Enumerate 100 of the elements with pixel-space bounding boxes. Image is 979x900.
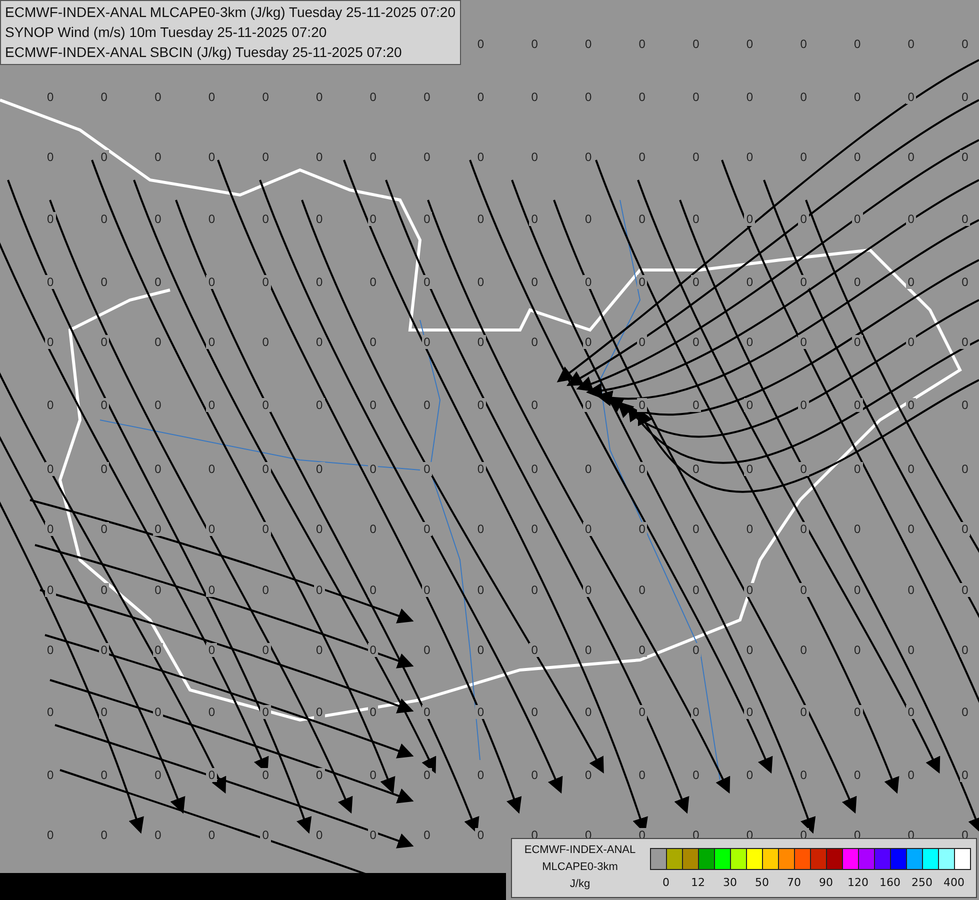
grid-value: 0 xyxy=(852,583,863,597)
grid-value: 0 xyxy=(852,643,863,657)
grid-value: 0 xyxy=(529,398,540,412)
grid-value: 0 xyxy=(852,398,863,412)
grid-value: 0 xyxy=(852,37,863,51)
grid-value: 0 xyxy=(960,705,970,719)
grid-value: 0 xyxy=(98,583,110,597)
grid-value: 0 xyxy=(529,768,540,782)
grid-value: 0 xyxy=(690,90,702,104)
grid-value: 0 xyxy=(422,275,432,289)
grid-value: 0 xyxy=(206,335,218,349)
grid-value: 0 xyxy=(690,37,702,51)
grid-value: 0 xyxy=(98,398,110,412)
grid-value: 0 xyxy=(422,768,432,782)
grid-value: 0 xyxy=(852,462,863,476)
grid-value: 0 xyxy=(636,522,648,536)
grid-value: 0 xyxy=(314,583,325,597)
legend-title: MLCAPE0-3km xyxy=(542,860,618,875)
grid-value: 0 xyxy=(98,768,110,782)
grid-value: 0 xyxy=(422,583,432,597)
grid-value: 0 xyxy=(906,150,916,164)
grid-value: 0 xyxy=(798,643,809,657)
grid-value: 0 xyxy=(852,522,863,536)
grid-value: 0 xyxy=(475,828,486,842)
grid-value: 0 xyxy=(260,643,271,657)
grid-value: 0 xyxy=(636,398,648,412)
grid-value: 0 xyxy=(690,643,702,657)
grid-value: 0 xyxy=(906,212,916,226)
grid-value: 0 xyxy=(98,705,110,719)
grid-value: 0 xyxy=(529,522,540,536)
header-line: ECMWF-INDEX-ANAL MLCAPE0-3km (J/kg) Tuesday 25-11-2025 07:20 xyxy=(5,3,456,22)
grid-value: 0 xyxy=(960,335,970,349)
grid-value: 0 xyxy=(152,522,164,536)
grid-value: 0 xyxy=(98,643,110,657)
header-line: SYNOP Wind (m/s) 10m Tuesday 25-11-2025 07:20 xyxy=(5,23,328,42)
grid-value: 0 xyxy=(260,212,271,226)
grid-value: 0 xyxy=(852,275,863,289)
grid-value: 0 xyxy=(636,335,648,349)
grid-value: 0 xyxy=(690,768,702,782)
grid-value: 0 xyxy=(422,90,432,104)
grid-value: 0 xyxy=(314,150,325,164)
scale-label: 120 xyxy=(848,876,868,889)
grid-value: 0 xyxy=(368,462,378,476)
grid-value: 0 xyxy=(314,90,325,104)
grid-value: 0 xyxy=(636,643,648,657)
grid-value: 0 xyxy=(260,150,271,164)
grid-value: 0 xyxy=(422,335,432,349)
grid-value: 0 xyxy=(45,768,56,782)
grid-value: 0 xyxy=(636,37,648,51)
grid-value: 0 xyxy=(636,212,648,226)
grid-value: 0 xyxy=(744,150,756,164)
grid-value: 0 xyxy=(960,90,970,104)
grid-value: 0 xyxy=(206,768,218,782)
grid-value: 0 xyxy=(798,212,809,226)
grid-value: 0 xyxy=(960,37,970,51)
grid-value: 0 xyxy=(368,828,378,842)
grid-value: 0 xyxy=(690,398,702,412)
grid-value: 0 xyxy=(98,150,110,164)
grid-value: 0 xyxy=(690,705,702,719)
grid-value: 0 xyxy=(368,150,378,164)
grid-value: 0 xyxy=(852,705,863,719)
grid-value: 0 xyxy=(45,212,56,226)
grid-value: 0 xyxy=(798,462,809,476)
grid-value: 0 xyxy=(583,37,594,51)
grid-value: 0 xyxy=(636,705,648,719)
grid-value: 0 xyxy=(206,583,218,597)
grid-value: 0 xyxy=(906,275,916,289)
grid-value: 0 xyxy=(368,90,378,104)
grid-value: 0 xyxy=(583,583,594,597)
grid-value: 0 xyxy=(368,705,378,719)
grid-value: 0 xyxy=(475,643,486,657)
grid-value: 0 xyxy=(422,522,432,536)
grid-value: 0 xyxy=(206,828,218,842)
grid-value: 0 xyxy=(583,643,594,657)
grid-value: 0 xyxy=(744,768,756,782)
scale-label: 90 xyxy=(819,876,833,889)
grid-value: 0 xyxy=(475,150,486,164)
grid-value: 0 xyxy=(206,462,218,476)
grid-value: 0 xyxy=(152,768,164,782)
grid-value: 0 xyxy=(798,90,809,104)
grid-value: 0 xyxy=(45,462,56,476)
grid-value: 0 xyxy=(45,150,56,164)
grid-value: 0 xyxy=(98,212,110,226)
scale-label: 400 xyxy=(944,876,964,889)
grid-value: 0 xyxy=(152,150,164,164)
grid-value: 0 xyxy=(798,768,809,782)
grid-value: 0 xyxy=(152,212,164,226)
grid-value: 0 xyxy=(906,37,916,51)
scale-label: 0 xyxy=(662,876,670,889)
grid-value: 0 xyxy=(798,705,809,719)
scale-label: 12 xyxy=(691,876,705,889)
grid-value: 0 xyxy=(529,37,540,51)
grid-value: 0 xyxy=(744,37,756,51)
grid-value: 0 xyxy=(906,90,916,104)
grid-value: 0 xyxy=(206,275,218,289)
grid-value: 0 xyxy=(798,583,809,597)
grid-value: 0 xyxy=(798,150,809,164)
grid-value: 0 xyxy=(583,335,594,349)
grid-value: 0 xyxy=(529,705,540,719)
grid-value: 0 xyxy=(368,522,378,536)
